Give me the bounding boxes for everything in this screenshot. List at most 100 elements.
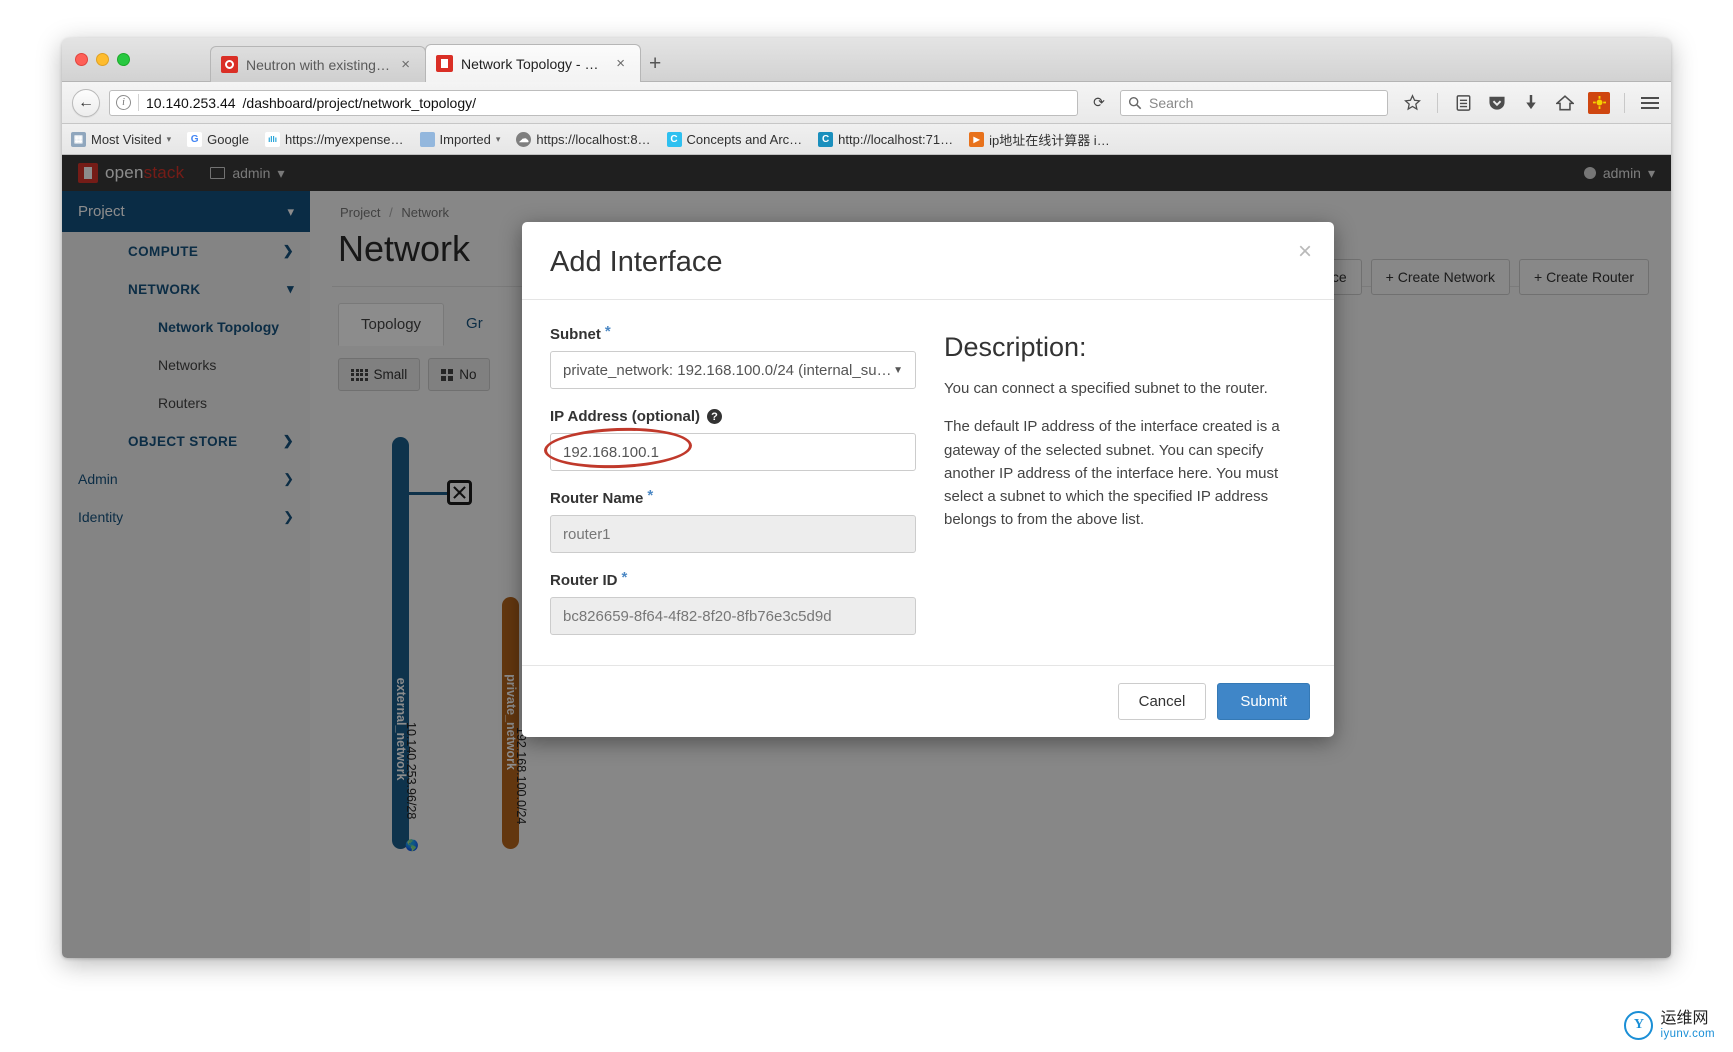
menu-icon[interactable] — [1639, 92, 1661, 114]
field-router-name: Router Name * router1 — [550, 487, 916, 553]
url-path: /dashboard/project/network_topology/ — [242, 94, 477, 111]
required-marker: * — [604, 323, 611, 340]
bookmark-localhost-71[interactable]: C http://localhost:71… — [818, 131, 954, 147]
star-icon[interactable] — [1401, 92, 1423, 114]
modal-description: Description: You can connect a specified… — [944, 326, 1306, 639]
watermark: Y 运维网 iyunv.com — [1624, 1010, 1715, 1040]
bookmark-ip-calculator[interactable]: ▶ ip地址在线计算器 i… — [969, 130, 1110, 149]
ip-address-value: 192.168.100.1 — [563, 443, 659, 461]
bookmark-label: Google — [207, 131, 250, 147]
divider — [138, 94, 139, 111]
subnet-label-row: Subnet * — [550, 323, 916, 343]
search-icon — [1128, 96, 1142, 109]
play-icon: ▶ — [969, 131, 985, 147]
tab-title: Network Topology - OpenS… — [461, 55, 605, 72]
description-paragraph: You can connect a specified subnet to th… — [944, 380, 1268, 397]
add-interface-modal: Add Interface × Subnet * private_network… — [522, 222, 1334, 737]
folder-icon — [419, 131, 435, 147]
minimize-window-button[interactable] — [96, 53, 109, 66]
search-input[interactable]: Search — [1120, 89, 1388, 116]
chevron-down-icon: ▼ — [893, 364, 903, 376]
cisco-icon: ıllı — [265, 131, 281, 147]
modal-form: Subnet * private_network: 192.168.100.0/… — [543, 323, 916, 639]
browser-window: Neutron with existing exter… × Network T… — [62, 38, 1671, 958]
bookmark-concepts[interactable]: C Concepts and Arc… — [666, 131, 803, 147]
confluence-icon: C — [818, 131, 834, 147]
bookmarks-bar: ▦ Most Visited ▾ G Google ıllı https://m… — [62, 124, 1671, 155]
browser-tab-neutron[interactable]: Neutron with existing exter… × — [210, 46, 426, 82]
bookmark-label: Concepts and Arc… — [686, 131, 803, 147]
subnet-select[interactable]: private_network: 192.168.100.0/24 (inter… — [550, 351, 916, 389]
browser-tabstrip: Neutron with existing exter… × Network T… — [62, 38, 1671, 82]
ip-address-input[interactable]: 192.168.100.1 — [550, 433, 916, 471]
extension-icon[interactable] — [1588, 91, 1610, 114]
new-tab-button[interactable]: + — [649, 53, 661, 82]
bookmark-most-visited[interactable]: ▦ Most Visited ▾ — [71, 131, 172, 147]
openstack-favicon — [436, 55, 453, 72]
browser-toolbar-icons — [1397, 91, 1661, 114]
watermark-line1: 运维网 — [1660, 1010, 1709, 1028]
watermark-line2: iyunv.com — [1660, 1027, 1715, 1040]
bookmark-label: ip地址在线计算器 i… — [989, 132, 1110, 148]
ip-address-label-row: IP Address (optional) ? — [550, 408, 916, 425]
bookmark-label: https://myexpense… — [285, 131, 404, 147]
bookmark-localhost-8[interactable]: ☁ https://localhost:8… — [516, 131, 651, 147]
router-name-label: Router Name — [550, 490, 644, 507]
field-ip-address: IP Address (optional) ? 192.168.100.1 — [543, 408, 916, 471]
screenshot-root: Neutron with existing exter… × Network T… — [0, 0, 1733, 1052]
search-placeholder: Search — [1149, 94, 1194, 111]
home-icon[interactable] — [1554, 92, 1576, 114]
bookmark-label: https://localhost:8… — [536, 131, 651, 147]
reader-icon[interactable] — [1452, 92, 1474, 114]
chevron-down-icon: ▾ — [166, 133, 172, 144]
download-icon[interactable] — [1520, 92, 1542, 114]
router-name-label-row: Router Name * — [550, 487, 916, 507]
router-id-input: bc826659-8f64-4f82-8f20-8fb76e3c5d9d — [550, 597, 916, 635]
description-paragraph: The default IP address of the interface … — [944, 418, 1280, 529]
bookmark-label: Imported — [439, 131, 491, 147]
browser-tab-network-topology[interactable]: Network Topology - OpenS… × — [425, 44, 641, 82]
router-name-value: router1 — [563, 525, 611, 543]
divider — [1624, 92, 1625, 113]
chevron-down-icon: ▾ — [495, 133, 501, 144]
back-button[interactable]: ← — [72, 88, 100, 117]
router-name-input: router1 — [550, 515, 916, 553]
subnet-select-value: private_network: 192.168.100.0/24 (inter… — [563, 361, 892, 379]
info-icon[interactable]: i — [116, 95, 131, 110]
tab-title: Neutron with existing exter… — [246, 56, 390, 73]
modal-title: Add Interface — [550, 246, 723, 278]
submit-button[interactable]: Submit — [1217, 683, 1310, 720]
required-marker: * — [621, 569, 628, 586]
most-visited-icon: ▦ — [71, 131, 86, 147]
subnet-label: Subnet — [550, 326, 601, 343]
close-window-button[interactable] — [75, 53, 88, 66]
ip-address-label: IP Address (optional) — [550, 408, 701, 425]
address-bar[interactable]: i 10.140.253.44/dashboard/project/networ… — [109, 89, 1078, 116]
bookmark-imported[interactable]: Imported ▾ — [419, 131, 501, 147]
description-heading: Description: — [944, 332, 1087, 362]
cancel-button[interactable]: Cancel — [1117, 683, 1207, 720]
google-icon: G — [187, 131, 203, 147]
modal-header: Add Interface × — [522, 222, 1334, 300]
bookmark-google[interactable]: G Google — [187, 131, 250, 147]
window-controls[interactable] — [75, 53, 130, 66]
router-id-value: bc826659-8f64-4f82-8f20-8fb76e3c5d9d — [563, 607, 832, 625]
tab-list: Neutron with existing exter… × Network T… — [210, 38, 661, 82]
watermark-text: 运维网 iyunv.com — [1660, 1010, 1715, 1040]
close-icon[interactable]: × — [1298, 240, 1312, 264]
reload-icon[interactable]: ⟳ — [1087, 91, 1111, 115]
field-router-id: Router ID * bc826659-8f64-4f82-8f20-8fb7… — [550, 569, 916, 635]
bookmark-label: http://localhost:71… — [838, 131, 954, 147]
required-marker: * — [647, 487, 654, 504]
globe-icon: ☁ — [516, 131, 532, 147]
close-icon[interactable]: × — [398, 55, 413, 74]
maximize-window-button[interactable] — [117, 53, 130, 66]
modal-body: Subnet * private_network: 192.168.100.0/… — [522, 300, 1334, 665]
close-icon[interactable]: × — [613, 54, 628, 73]
divider — [1437, 92, 1438, 113]
pocket-icon[interactable] — [1486, 92, 1508, 114]
watermark-logo-icon: Y — [1624, 1010, 1654, 1040]
bookmark-myexpense[interactable]: ıllı https://myexpense… — [265, 131, 404, 147]
router-id-label-row: Router ID * — [550, 569, 916, 589]
help-icon[interactable]: ? — [707, 409, 723, 424]
